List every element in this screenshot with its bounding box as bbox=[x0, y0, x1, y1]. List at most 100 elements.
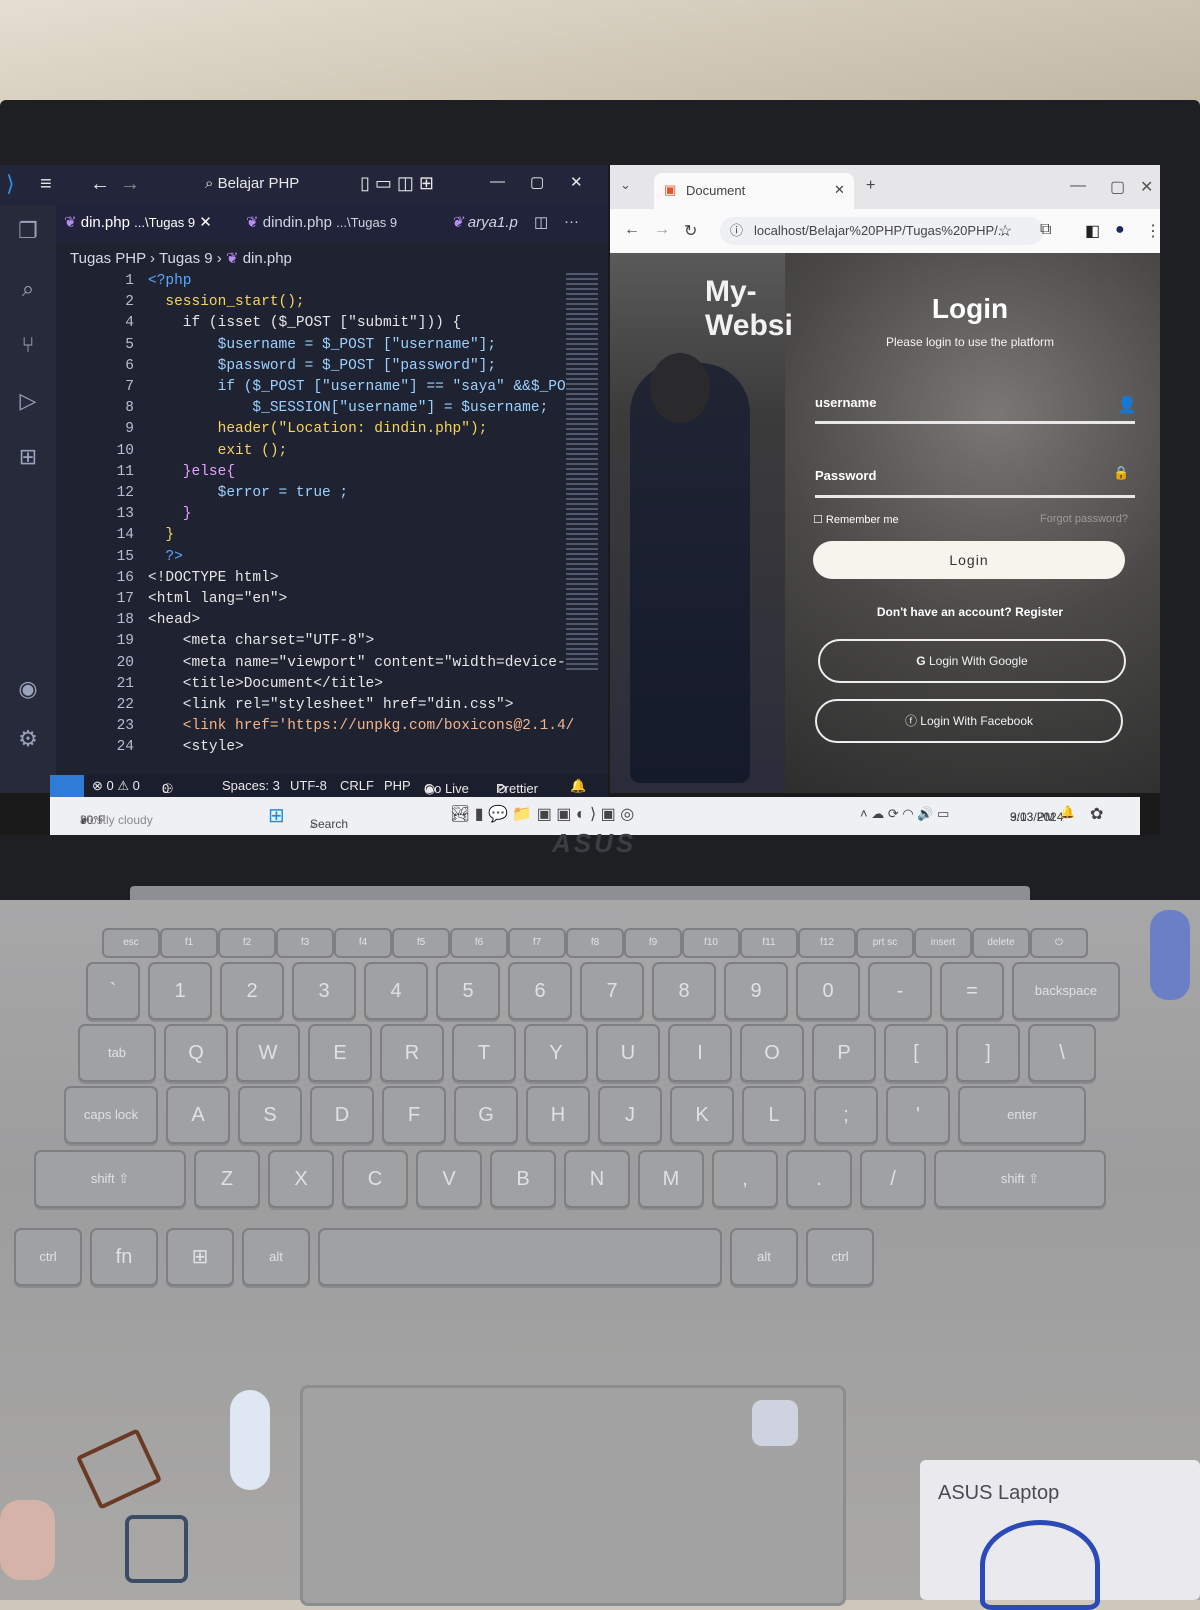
key-z_row-8[interactable]: , bbox=[712, 1150, 778, 1208]
key-fn-9[interactable]: f9 bbox=[624, 928, 682, 958]
key-a_row-8[interactable]: K bbox=[670, 1086, 734, 1144]
more-actions-icon[interactable]: ··· bbox=[564, 213, 579, 230]
maximize-button[interactable]: ▢ bbox=[1110, 177, 1125, 197]
key-number_row-0[interactable]: ` bbox=[86, 962, 140, 1020]
code-line[interactable]: 1 <?php bbox=[56, 273, 566, 294]
close-button[interactable]: ✕ bbox=[570, 173, 583, 191]
code-line[interactable]: 13 } bbox=[56, 506, 566, 527]
key-power[interactable]: ⏻ bbox=[1030, 928, 1088, 958]
key-number_row-9[interactable]: 9 bbox=[724, 962, 788, 1020]
new-tab-icon[interactable]: + bbox=[866, 177, 875, 195]
code-line[interactable]: 23 <link href='https://unpkg.com/boxicon… bbox=[56, 718, 575, 739]
key-q_row-11[interactable]: [ bbox=[884, 1024, 948, 1082]
key-q_row-2[interactable]: W bbox=[236, 1024, 300, 1082]
account-icon[interactable]: ◉ bbox=[14, 675, 42, 703]
taskbar-pinned-apps[interactable]: 🏞 ▮ 💬 📁 ▣ ▣ ◐ ⟩ ▣ ◎ bbox=[450, 804, 634, 824]
key-fn-1[interactable]: f1 bbox=[160, 928, 218, 958]
key-bottom_row-3[interactable]: alt bbox=[242, 1228, 310, 1286]
key-a_row-12[interactable]: enter bbox=[958, 1086, 1086, 1144]
browser-tab-document[interactable]: ▣ Document ✕ bbox=[654, 173, 854, 209]
key-q_row-13[interactable]: \ bbox=[1028, 1024, 1096, 1082]
close-button[interactable]: ✕ bbox=[1140, 177, 1153, 197]
tab-search-icon[interactable]: ⌄ bbox=[620, 177, 631, 193]
key-q_row-1[interactable]: Q bbox=[164, 1024, 228, 1082]
key-fn-4[interactable]: f4 bbox=[334, 928, 392, 958]
code-line[interactable]: 22 <link rel="stylesheet" href="din.css"… bbox=[56, 697, 566, 718]
tab-close-icon[interactable]: ✕ bbox=[834, 182, 845, 198]
username-field[interactable]: username bbox=[815, 395, 876, 410]
key-a_row-3[interactable]: D bbox=[310, 1086, 374, 1144]
extensions-icon[interactable]: ⧉ bbox=[1040, 221, 1051, 239]
key-fn-15[interactable]: delete bbox=[972, 928, 1030, 958]
minimap[interactable] bbox=[566, 273, 598, 673]
key-bottom_row-5[interactable]: alt bbox=[730, 1228, 798, 1286]
key-number_row-1[interactable]: 1 bbox=[148, 962, 212, 1020]
facebook-login-button[interactable]: ⓕ Login With Facebook bbox=[815, 699, 1123, 743]
key-z_row-0[interactable]: shift ⇧ bbox=[34, 1150, 186, 1208]
bookmark-star-icon[interactable]: ☆ bbox=[998, 221, 1012, 241]
key-bottom_row-1[interactable]: fn bbox=[90, 1228, 158, 1286]
code-line[interactable]: 15 ?> bbox=[56, 549, 566, 570]
key-q_row-8[interactable]: I bbox=[668, 1024, 732, 1082]
key-q_row-9[interactable]: O bbox=[740, 1024, 804, 1082]
key-fn-12[interactable]: f12 bbox=[798, 928, 856, 958]
key-fn-10[interactable]: f10 bbox=[682, 928, 740, 958]
key-number_row-7[interactable]: 7 bbox=[580, 962, 644, 1020]
minimize-button[interactable]: — bbox=[1070, 177, 1086, 195]
code-line[interactable]: 5 $username = $_POST ["username"]; bbox=[56, 337, 566, 358]
tab-dindin-php[interactable]: ❦ dindin.php ...\Tugas 9 bbox=[246, 213, 397, 231]
url-bar[interactable]: ⓘ localhost/Belajar%20PHP/Tugas%20PHP/..… bbox=[720, 217, 1044, 245]
key-bottom_row-4[interactable] bbox=[318, 1228, 722, 1286]
key-a_row-9[interactable]: L bbox=[742, 1086, 806, 1144]
key-q_row-12[interactable]: ] bbox=[956, 1024, 1020, 1082]
code-line[interactable]: 21 <title>Document</title> bbox=[56, 676, 566, 697]
source-control-icon[interactable]: ⑂ bbox=[14, 331, 42, 359]
key-number_row-4[interactable]: 4 bbox=[364, 962, 428, 1020]
code-line[interactable]: 8 $_SESSION["username"] = $username; bbox=[56, 400, 566, 421]
system-tray-icons[interactable]: ˄ ☁ ⟳ ◠ 🔊 ▭ bbox=[860, 806, 949, 822]
key-a_row-11[interactable]: ' bbox=[886, 1086, 950, 1144]
forgot-password-link[interactable]: Forgot password? bbox=[1040, 513, 1128, 525]
windows-start-icon[interactable]: ⊞ bbox=[268, 803, 285, 828]
key-number_row-3[interactable]: 3 bbox=[292, 962, 356, 1020]
menu-icon[interactable]: ≡ bbox=[40, 173, 52, 196]
key-a_row-1[interactable]: A bbox=[166, 1086, 230, 1144]
tab-arya1-php[interactable]: ❦ arya1.p bbox=[451, 213, 518, 231]
google-login-button[interactable]: G Login With Google bbox=[818, 639, 1126, 683]
key-a_row-0[interactable]: caps lock bbox=[64, 1086, 158, 1144]
key-a_row-6[interactable]: H bbox=[526, 1086, 590, 1144]
key-a_row-2[interactable]: S bbox=[238, 1086, 302, 1144]
key-a_row-5[interactable]: G bbox=[454, 1086, 518, 1144]
encoding[interactable]: UTF-8 bbox=[290, 778, 327, 793]
key-number_row-2[interactable]: 2 bbox=[220, 962, 284, 1020]
split-editor-icon[interactable]: ◫ bbox=[534, 213, 548, 231]
remember-me-checkbox[interactable]: ☐ Remember me bbox=[813, 513, 899, 526]
key-z_row-11[interactable]: shift ⇧ bbox=[934, 1150, 1106, 1208]
key-z_row-6[interactable]: N bbox=[564, 1150, 630, 1208]
code-line[interactable]: 2 session_start(); bbox=[56, 294, 566, 315]
site-info-icon[interactable]: ⓘ bbox=[730, 217, 743, 245]
key-fn-5[interactable]: f5 bbox=[392, 928, 450, 958]
key-fn-2[interactable]: f2 bbox=[218, 928, 276, 958]
key-number_row-10[interactable]: 0 bbox=[796, 962, 860, 1020]
indentation[interactable]: Spaces: 3 bbox=[222, 778, 280, 793]
code-line[interactable]: 7 if ($_POST ["username"] == "saya" &&$_… bbox=[56, 379, 566, 400]
key-q_row-6[interactable]: Y bbox=[524, 1024, 588, 1082]
code-line[interactable]: 6 $password = $_POST ["password"]; bbox=[56, 358, 566, 379]
key-bottom_row-2[interactable]: ⊞ bbox=[166, 1228, 234, 1286]
key-z_row-4[interactable]: V bbox=[416, 1150, 482, 1208]
line-ending[interactable]: CRLF bbox=[340, 778, 374, 793]
forward-icon[interactable]: → bbox=[654, 221, 670, 239]
problems-count[interactable]: ⊗ 0 ⚠ 0 bbox=[92, 778, 140, 794]
key-q_row-0[interactable]: tab bbox=[78, 1024, 156, 1082]
code-line[interactable]: 14 } bbox=[56, 527, 566, 548]
code-line[interactable]: 16 <!DOCTYPE html> bbox=[56, 570, 566, 591]
code-line[interactable]: 9 header("Location: dindin.php"); bbox=[56, 421, 566, 442]
key-fn-13[interactable]: prt sc bbox=[856, 928, 914, 958]
code-line[interactable]: 12 $error = true ; bbox=[56, 485, 566, 506]
search-icon[interactable]: ⌕ bbox=[14, 275, 42, 303]
key-fn-3[interactable]: f3 bbox=[276, 928, 334, 958]
copilot-icon[interactable]: ✿ bbox=[1090, 804, 1103, 824]
command-search[interactable]: ⌕ Belajar PHP bbox=[205, 175, 299, 192]
key-fn-6[interactable]: f6 bbox=[450, 928, 508, 958]
